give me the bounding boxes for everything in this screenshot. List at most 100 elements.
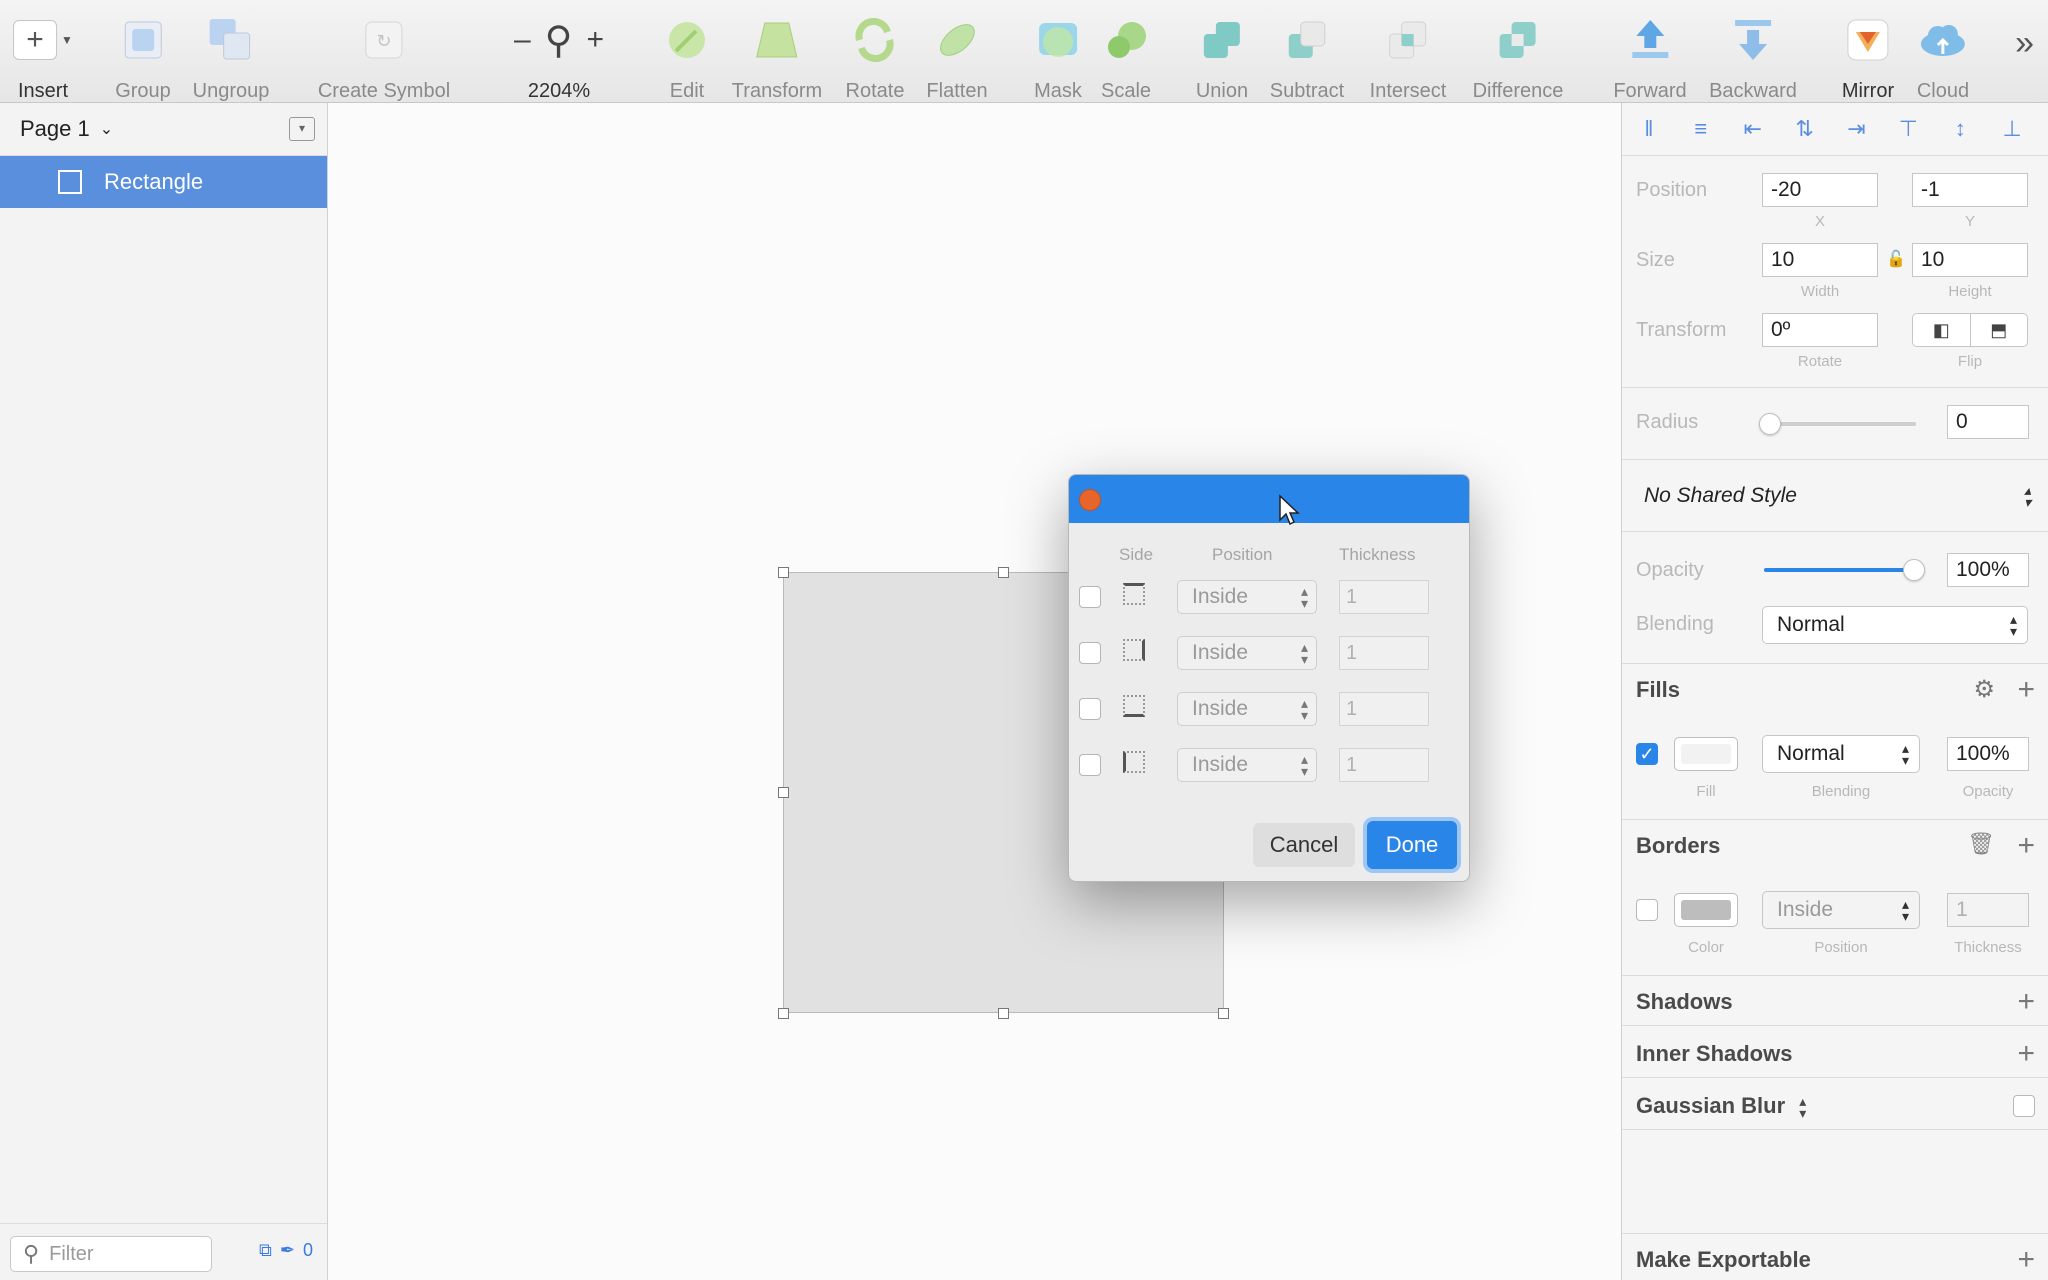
radius-slider-track[interactable]: [1770, 422, 1916, 426]
align-middle-icon[interactable]: ↕: [1945, 117, 1975, 141]
fill-enabled-checkbox[interactable]: ✓: [1636, 743, 1658, 765]
close-button[interactable]: [1079, 489, 1101, 511]
transform-button[interactable]: Transform: [732, 14, 822, 103]
page-menu-icon[interactable]: ▾: [289, 117, 315, 141]
thickness-input[interactable]: 1: [1339, 580, 1429, 614]
distribute-horizontal-icon[interactable]: ‖: [1634, 117, 1664, 141]
add-border-button[interactable]: +: [2017, 831, 2035, 861]
group-button[interactable]: Group: [115, 14, 171, 103]
mask-button[interactable]: Mask: [1034, 14, 1082, 103]
thickness-input[interactable]: 1: [1339, 636, 1429, 670]
border-sides-dialog: Side Position Thickness Inside ▴ ▾ 1 Insid…: [1068, 474, 1470, 882]
zoom-control[interactable]: – ⚲ + 2204%: [514, 14, 604, 103]
resize-handle-top-left[interactable]: [778, 567, 789, 578]
position-x-input[interactable]: -20: [1762, 173, 1878, 207]
side-checkbox-top[interactable]: [1079, 586, 1101, 608]
position-y-input[interactable]: -1: [1912, 173, 2028, 207]
create-symbol-button[interactable]: ↻ Create Symbol: [318, 14, 450, 103]
edit-button[interactable]: Edit: [666, 14, 708, 103]
position-select[interactable]: Inside ▴ ▾: [1177, 636, 1317, 670]
edited-filter-icon[interactable]: ✒: [280, 1240, 295, 1261]
opacity-slider-knob[interactable]: [1903, 559, 1925, 581]
zoom-in-button[interactable]: +: [587, 23, 605, 57]
align-bottom-icon[interactable]: ⊥: [1997, 117, 2027, 141]
add-export-button[interactable]: +: [2017, 1245, 2035, 1275]
border-position-select[interactable]: Inside ▴ ▾: [1762, 891, 1920, 929]
layer-item-rectangle[interactable]: Rectangle: [0, 156, 327, 208]
flatten-button[interactable]: Flatten: [926, 14, 988, 103]
position-select[interactable]: Inside ▴ ▾: [1177, 748, 1317, 782]
radius-input[interactable]: 0: [1947, 405, 2029, 439]
add-shadow-button[interactable]: +: [2017, 987, 2035, 1017]
blur-enabled-checkbox[interactable]: [2013, 1095, 2035, 1117]
union-button[interactable]: Union: [1196, 14, 1248, 103]
blending-select[interactable]: Normal ▴ ▾: [1762, 606, 2028, 644]
side-checkbox-left[interactable]: [1079, 754, 1101, 776]
flip-horizontal-icon[interactable]: ◧: [1913, 314, 1971, 346]
mirror-button[interactable]: Mirror: [1842, 14, 1894, 103]
fill-color-swatch[interactable]: [1674, 737, 1738, 771]
opacity-slider-track[interactable]: [1764, 568, 1914, 572]
width-input[interactable]: 10: [1762, 243, 1878, 277]
thickness-input[interactable]: 1: [1339, 692, 1429, 726]
opacity-input[interactable]: 100%: [1947, 553, 2029, 587]
height-input[interactable]: 10: [1912, 243, 2028, 277]
intersect-button[interactable]: Intersect: [1370, 14, 1446, 103]
add-inner-shadow-button[interactable]: +: [2017, 1039, 2035, 1069]
ungroup-button[interactable]: Ungroup: [193, 14, 270, 103]
align-left-icon[interactable]: ⇤: [1738, 117, 1768, 141]
side-checkbox-bottom[interactable]: [1079, 698, 1101, 720]
add-fill-button[interactable]: +: [2017, 675, 2035, 705]
align-center-icon[interactable]: ⇅: [1790, 117, 1820, 141]
border-thickness-input[interactable]: 1: [1947, 893, 2029, 927]
scale-button[interactable]: Scale: [1101, 14, 1151, 103]
filter-input[interactable]: ⚲ Filter: [10, 1236, 212, 1272]
symbols-filter-icon[interactable]: ⧉: [259, 1240, 272, 1261]
subtract-button[interactable]: Subtract: [1270, 14, 1344, 103]
forward-button[interactable]: Forward: [1613, 14, 1687, 103]
resize-handle-left[interactable]: [778, 787, 789, 798]
stepper-icon: ▴ ▾: [1300, 639, 1308, 667]
cloud-button[interactable]: Cloud: [1917, 14, 1969, 103]
position-label: Position: [1636, 179, 1708, 201]
stepper-icon: ▴ ▾: [2009, 611, 2017, 639]
rotate-input[interactable]: 0º: [1762, 313, 1878, 347]
backward-button[interactable]: Backward: [1709, 14, 1797, 103]
gaussian-blur-select[interactable]: Gaussian Blur ▴ ▾: [1636, 1093, 1806, 1120]
distribute-vertical-icon[interactable]: ≡: [1686, 117, 1716, 141]
side-checkbox-right[interactable]: [1079, 642, 1101, 664]
lock-icon[interactable]: 🔓: [1886, 249, 1906, 269]
insert-button[interactable]: + ▼ Insert: [13, 14, 73, 103]
align-right-icon[interactable]: ⇥: [1842, 117, 1872, 141]
rotate-button[interactable]: Rotate: [846, 14, 904, 103]
resize-handle-bottom[interactable]: [998, 1008, 1009, 1019]
thickness-column-header: Thickness: [1339, 545, 1416, 564]
trash-icon[interactable]: 🗑: [1967, 831, 1995, 857]
border-color-swatch[interactable]: [1674, 893, 1738, 927]
zoom-out-button[interactable]: –: [514, 23, 531, 57]
border-enabled-checkbox[interactable]: [1636, 899, 1658, 921]
dialog-titlebar[interactable]: [1069, 475, 1469, 523]
fill-opacity-input[interactable]: 100%: [1947, 737, 2029, 771]
page-selector[interactable]: Page 1 ⌄ ▾: [0, 103, 327, 156]
position-select[interactable]: Inside ▴ ▾: [1177, 692, 1317, 726]
more-tools-button[interactable]: »: [2015, 24, 2034, 63]
fill-blending-select[interactable]: Normal ▴ ▾: [1762, 735, 1920, 773]
ungroup-icon: [193, 14, 270, 66]
resize-handle-bottom-left[interactable]: [778, 1008, 789, 1019]
layers-sidebar: Page 1 ⌄ ▾ Rectangle ⚲ Filter ⧉ ✒ 0: [0, 103, 328, 1280]
cancel-button[interactable]: Cancel: [1253, 823, 1355, 867]
shared-style-select[interactable]: No Shared Style ▴ ▾: [1630, 468, 2041, 524]
align-top-icon[interactable]: ⊤: [1893, 117, 1923, 141]
gear-icon[interactable]: ⚙: [1973, 675, 1995, 704]
done-button[interactable]: Done: [1367, 821, 1457, 869]
resize-handle-bottom-right[interactable]: [1218, 1008, 1229, 1019]
position-select[interactable]: Inside ▴ ▾: [1177, 580, 1317, 614]
difference-button[interactable]: Difference: [1473, 14, 1563, 103]
thickness-input[interactable]: 1: [1339, 748, 1429, 782]
border-thickness-label: Thickness: [1954, 939, 2022, 956]
radius-slider-knob[interactable]: [1759, 413, 1781, 435]
resize-handle-top[interactable]: [998, 567, 1009, 578]
flip-vertical-icon[interactable]: ⬒: [1971, 314, 2028, 346]
fill-blending-label: Blending: [1811, 783, 1871, 800]
